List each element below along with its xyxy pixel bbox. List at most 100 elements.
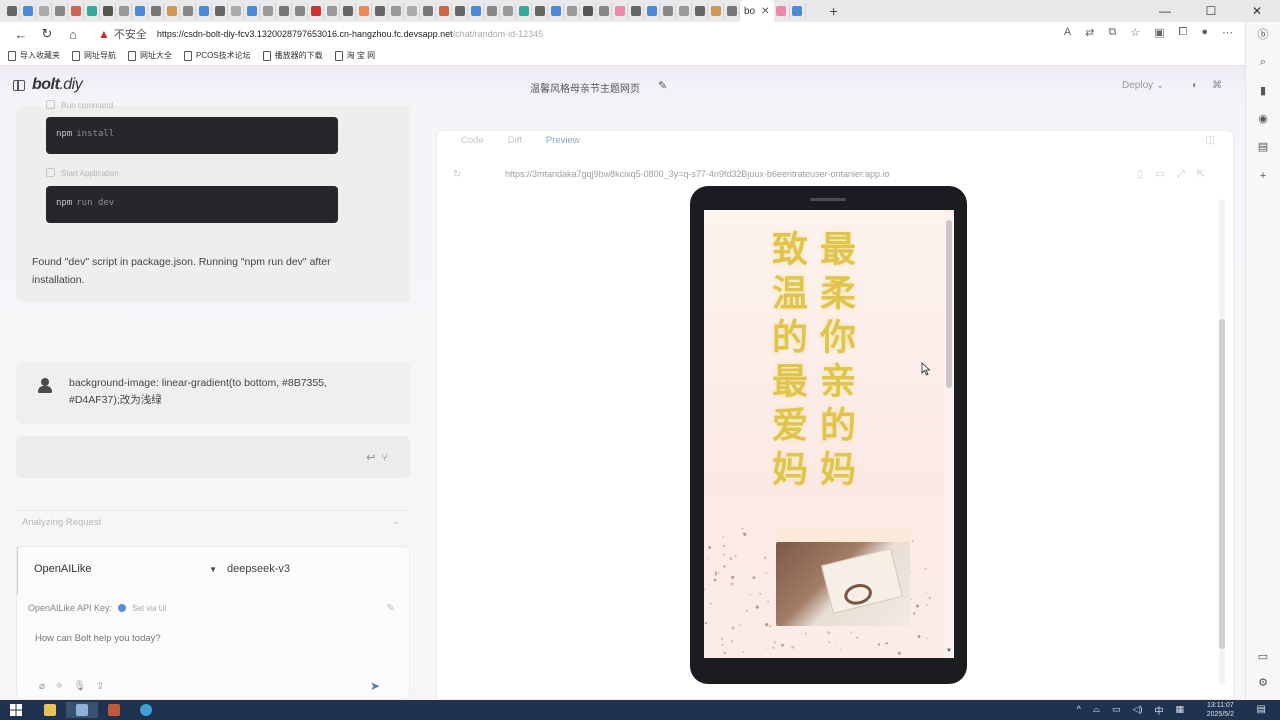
display-icon[interactable]: ▭ xyxy=(1112,704,1121,717)
close-tab-icon[interactable]: ✕ xyxy=(761,6,769,17)
tab-favicon[interactable] xyxy=(452,3,468,19)
more-menu-icon[interactable]: ⋯ xyxy=(1222,26,1233,39)
preview-reload-icon[interactable]: ↻ xyxy=(453,169,461,180)
workbench-tab-code[interactable]: Code xyxy=(461,135,484,146)
preview-url-field[interactable]: https://3mtandaka7gqj9bw8kcixq5-0800_3y=… xyxy=(505,169,1085,179)
translate-icon[interactable]: ⇄ xyxy=(1085,26,1094,39)
tab-favicon[interactable] xyxy=(276,3,292,19)
tab-favicon[interactable] xyxy=(708,3,724,19)
workbench-tab-diff[interactable]: Diff xyxy=(508,135,522,146)
minimize-icon[interactable]: — xyxy=(1142,4,1188,18)
tab-favicon[interactable] xyxy=(436,3,452,19)
maximize-icon[interactable]: ☐ xyxy=(1188,4,1234,18)
tab-favicon[interactable] xyxy=(404,3,420,19)
workbench-toggle-icon[interactable]: ⌘ xyxy=(1212,80,1222,91)
tab-favicon[interactable] xyxy=(244,3,260,19)
search-icon[interactable]: ⌕ xyxy=(1256,56,1270,70)
taskbar-browser[interactable] xyxy=(130,702,162,718)
tab-favicon[interactable] xyxy=(564,3,580,19)
active-tab[interactable]: bo ✕ xyxy=(740,0,774,22)
tab-favicon[interactable] xyxy=(4,3,20,19)
model-select[interactable]: deepseek-v3 xyxy=(227,563,290,575)
close-window-icon[interactable]: ✕ xyxy=(1234,4,1280,18)
profile-icon[interactable]: ● xyxy=(1201,26,1208,39)
new-tab-button[interactable]: + xyxy=(830,3,838,19)
tab-favicon[interactable] xyxy=(692,3,708,19)
security-warning[interactable]: ▲ 不安全 xyxy=(98,26,147,42)
tab-favicon[interactable] xyxy=(532,3,548,19)
preview-layout-icon[interactable]: ▭ xyxy=(1155,169,1176,180)
tab-actions-icon[interactable]: ⧠ xyxy=(1179,26,1188,39)
url-field[interactable]: https://csdn-bolt-diy-fcv3.1320028797653… xyxy=(157,29,543,39)
tools-icon[interactable]: ◉ xyxy=(1256,112,1270,126)
tab-favicon[interactable] xyxy=(596,3,612,19)
tab-favicon[interactable] xyxy=(774,3,790,19)
bing-copilot-icon[interactable]: ⓑ xyxy=(1256,26,1270,41)
preview-open-icon[interactable]: ⇱ xyxy=(1197,169,1217,180)
attach-icon[interactable]: ⌀ xyxy=(39,681,55,692)
upload-icon[interactable]: ⇪ xyxy=(96,681,114,692)
fork-icon[interactable]: ⑂ xyxy=(381,452,394,464)
tab-favicon[interactable] xyxy=(356,3,372,19)
workbench-scrollbar[interactable] xyxy=(1219,199,1225,685)
tab-favicon[interactable] xyxy=(308,3,324,19)
edit-title-icon[interactable]: ✎ xyxy=(658,79,667,92)
tab-favicon[interactable] xyxy=(52,3,68,19)
chat-title[interactable]: 温馨风格母亲节主题网页 xyxy=(530,80,640,95)
tab-favicon[interactable] xyxy=(548,3,564,19)
microphone-icon[interactable]: 🎙 xyxy=(73,681,96,692)
sidebar-layout-icon[interactable]: ▭ xyxy=(1256,650,1270,664)
notification-icon[interactable]: ▤ xyxy=(1257,704,1266,715)
tab-favicon[interactable] xyxy=(628,3,644,19)
preview-device-icon[interactable]: ▯ xyxy=(1138,169,1156,180)
tab-favicon[interactable] xyxy=(340,3,356,19)
chat-toggle-icon[interactable]: ◐ xyxy=(1192,80,1198,91)
tab-favicon[interactable] xyxy=(724,3,740,19)
tab-favicon[interactable] xyxy=(20,3,36,19)
taskbar-file-explorer[interactable] xyxy=(34,702,66,718)
deploy-button[interactable]: Deploy ⌄ xyxy=(1122,80,1164,91)
tab-favicon[interactable] xyxy=(676,3,692,19)
keyboard-icon[interactable]: ▦ xyxy=(1175,704,1184,717)
favorite-icon[interactable]: ☆ xyxy=(1130,26,1140,39)
bookmark-item[interactable]: 网址大全 xyxy=(128,50,172,61)
preview-scroll-thumb[interactable] xyxy=(946,220,952,388)
system-clock[interactable]: 13:11:07 2025/5/2 xyxy=(1207,701,1234,719)
tab-favicon[interactable] xyxy=(260,3,276,19)
tab-favicon[interactable] xyxy=(516,3,532,19)
tab-favicon[interactable] xyxy=(420,3,436,19)
preview-fullscreen-icon[interactable]: ⤢ xyxy=(1177,169,1197,180)
tab-favicon[interactable] xyxy=(212,3,228,19)
tab-favicon[interactable] xyxy=(292,3,308,19)
tab-favicon[interactable] xyxy=(84,3,100,19)
reload-icon[interactable]: ↻ xyxy=(34,26,60,42)
extensions-icon[interactable]: ⧉ xyxy=(1108,26,1116,39)
workbench-scroll-thumb[interactable] xyxy=(1219,319,1225,649)
workbench-tab-preview[interactable]: Preview xyxy=(546,135,580,146)
volume-icon[interactable]: ◁) xyxy=(1133,704,1143,717)
read-aloud-icon[interactable]: A xyxy=(1064,26,1071,39)
back-icon[interactable]: ← xyxy=(8,27,34,42)
prompt-input[interactable] xyxy=(35,633,375,644)
tab-favicon[interactable] xyxy=(324,3,340,19)
tab-favicon[interactable] xyxy=(468,3,484,19)
tab-favicon[interactable] xyxy=(612,3,628,19)
tab-favicon[interactable] xyxy=(148,3,164,19)
taskbar-app-2[interactable] xyxy=(98,702,130,718)
bookmark-item[interactable]: 淘 宝 网 xyxy=(334,50,375,61)
tab-favicon[interactable] xyxy=(116,3,132,19)
tab-favicon[interactable] xyxy=(372,3,388,19)
shopping-icon[interactable]: ▮ xyxy=(1256,84,1270,98)
analyzing-status[interactable]: Analyzing Request ⌄ xyxy=(16,510,410,532)
sidebar-settings-icon[interactable]: ⚙ xyxy=(1256,676,1270,690)
chevron-down-icon[interactable]: ⌄ xyxy=(392,516,400,527)
tab-favicon[interactable] xyxy=(484,3,500,19)
edit-api-key-icon[interactable]: ✎ xyxy=(387,603,395,614)
scroll-down-arrow-icon[interactable]: ▼ xyxy=(946,648,952,654)
tab-favicon[interactable] xyxy=(196,3,212,19)
rewind-icon[interactable]: ↩ xyxy=(366,452,381,464)
outlook-icon[interactable]: ▤ xyxy=(1256,140,1270,154)
workbench-close-icon[interactable]: ◫ xyxy=(1206,135,1215,146)
provider-select[interactable]: OpenAILike ▼ xyxy=(17,547,217,595)
tab-favicon[interactable] xyxy=(36,3,52,19)
